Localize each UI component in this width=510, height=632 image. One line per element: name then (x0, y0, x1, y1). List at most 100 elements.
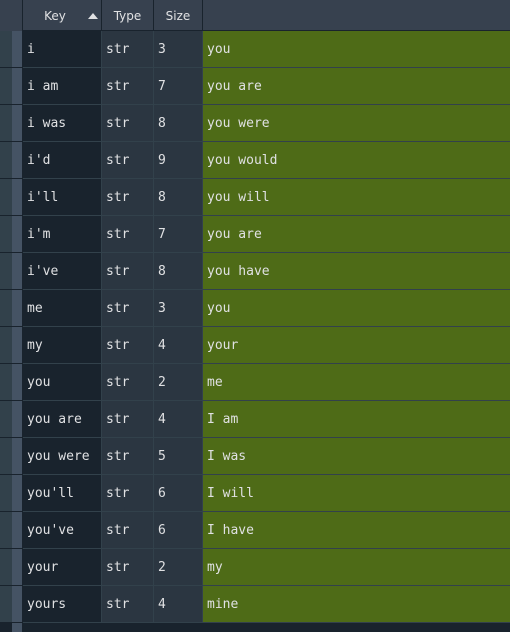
cell-type[interactable]: str (102, 475, 154, 512)
cell-size[interactable]: 9 (154, 142, 203, 179)
cell-type[interactable]: str (102, 438, 154, 475)
cell-type[interactable]: str (102, 512, 154, 549)
table-row[interactable]: i've str 8 you have (0, 253, 510, 290)
cell-size[interactable]: 6 (154, 475, 203, 512)
cell-type[interactable]: str (102, 327, 154, 364)
cell-value[interactable]: I will (203, 475, 510, 512)
row-header[interactable] (0, 438, 23, 475)
cell-key[interactable]: your (23, 549, 102, 586)
cell-size[interactable]: 5 (154, 438, 203, 475)
row-header[interactable] (0, 327, 23, 364)
table-row[interactable]: me str 3 you (0, 290, 510, 327)
cell-value[interactable]: you are (203, 216, 510, 253)
column-header-key[interactable]: Key (23, 0, 102, 31)
table-row[interactable]: you'll str 6 I will (0, 475, 510, 512)
column-header-value[interactable] (203, 0, 510, 31)
row-header[interactable] (0, 290, 23, 327)
horizontal-scrollbar[interactable] (0, 623, 510, 632)
cell-size[interactable]: 2 (154, 364, 203, 401)
row-header[interactable] (0, 549, 23, 586)
cell-key[interactable]: you (23, 364, 102, 401)
cell-value[interactable]: mine (203, 586, 510, 623)
row-header[interactable] (0, 586, 23, 623)
row-header[interactable] (0, 68, 23, 105)
table-row[interactable]: i'm str 7 you are (0, 216, 510, 253)
row-header[interactable] (0, 31, 23, 68)
cell-type[interactable]: str (102, 68, 154, 105)
cell-value[interactable]: you were (203, 105, 510, 142)
cell-key[interactable]: i'd (23, 142, 102, 179)
table-row[interactable]: i'd str 9 you would (0, 142, 510, 179)
cell-size[interactable]: 8 (154, 179, 203, 216)
table-row[interactable]: i am str 7 you are (0, 68, 510, 105)
cell-type[interactable]: str (102, 142, 154, 179)
cell-type[interactable]: str (102, 549, 154, 586)
cell-size[interactable]: 7 (154, 68, 203, 105)
cell-value[interactable]: you (203, 290, 510, 327)
cell-size[interactable]: 2 (154, 549, 203, 586)
cell-value[interactable]: me (203, 364, 510, 401)
cell-value[interactable]: I was (203, 438, 510, 475)
cell-value[interactable]: you will (203, 179, 510, 216)
table-row[interactable]: my str 4 your (0, 327, 510, 364)
cell-value[interactable]: I am (203, 401, 510, 438)
table-row[interactable]: i was str 8 you were (0, 105, 510, 142)
cell-type[interactable]: str (102, 105, 154, 142)
cell-type[interactable]: str (102, 253, 154, 290)
row-header[interactable] (0, 142, 23, 179)
cell-size[interactable]: 6 (154, 512, 203, 549)
row-header[interactable] (0, 179, 23, 216)
cell-value[interactable]: you would (203, 142, 510, 179)
column-header-size[interactable]: Size (154, 0, 203, 31)
table-row[interactable]: you've str 6 I have (0, 512, 510, 549)
table-row[interactable]: you are str 4 I am (0, 401, 510, 438)
cell-size[interactable]: 8 (154, 105, 203, 142)
cell-type[interactable]: str (102, 586, 154, 623)
row-header[interactable] (0, 401, 23, 438)
cell-key[interactable]: you've (23, 512, 102, 549)
cell-value[interactable]: I have (203, 512, 510, 549)
table-row[interactable]: i str 3 you (0, 31, 510, 68)
table-row[interactable]: you were str 5 I was (0, 438, 510, 475)
cell-key[interactable]: you are (23, 401, 102, 438)
cell-type[interactable]: str (102, 364, 154, 401)
cell-key[interactable]: my (23, 327, 102, 364)
cell-size[interactable]: 7 (154, 216, 203, 253)
cell-value[interactable]: you have (203, 253, 510, 290)
row-header[interactable] (0, 105, 23, 142)
cell-key[interactable]: you were (23, 438, 102, 475)
cell-key[interactable]: i've (23, 253, 102, 290)
row-header[interactable] (0, 512, 23, 549)
table-row[interactable]: yours str 4 mine (0, 586, 510, 623)
cell-size[interactable]: 4 (154, 586, 203, 623)
cell-value[interactable]: you are (203, 68, 510, 105)
cell-type[interactable]: str (102, 179, 154, 216)
cell-size[interactable]: 3 (154, 290, 203, 327)
cell-size[interactable]: 4 (154, 327, 203, 364)
column-header-type[interactable]: Type (102, 0, 154, 31)
cell-size[interactable]: 8 (154, 253, 203, 290)
cell-key[interactable]: yours (23, 586, 102, 623)
cell-value[interactable]: you (203, 31, 510, 68)
row-header[interactable] (0, 364, 23, 401)
cell-key[interactable]: you'll (23, 475, 102, 512)
table-row[interactable]: you str 2 me (0, 364, 510, 401)
cell-key[interactable]: i was (23, 105, 102, 142)
cell-key[interactable]: i'm (23, 216, 102, 253)
cell-key[interactable]: i (23, 31, 102, 68)
cell-value[interactable]: my (203, 549, 510, 586)
cell-type[interactable]: str (102, 31, 154, 68)
row-header[interactable] (0, 253, 23, 290)
cell-key[interactable]: i am (23, 68, 102, 105)
row-header[interactable] (0, 475, 23, 512)
row-header[interactable] (0, 216, 23, 253)
cell-key[interactable]: i'll (23, 179, 102, 216)
cell-type[interactable]: str (102, 216, 154, 253)
cell-size[interactable]: 4 (154, 401, 203, 438)
cell-value[interactable]: your (203, 327, 510, 364)
cell-type[interactable]: str (102, 401, 154, 438)
cell-key[interactable]: me (23, 290, 102, 327)
cell-type[interactable]: str (102, 290, 154, 327)
cell-size[interactable]: 3 (154, 31, 203, 68)
table-row[interactable]: your str 2 my (0, 549, 510, 586)
